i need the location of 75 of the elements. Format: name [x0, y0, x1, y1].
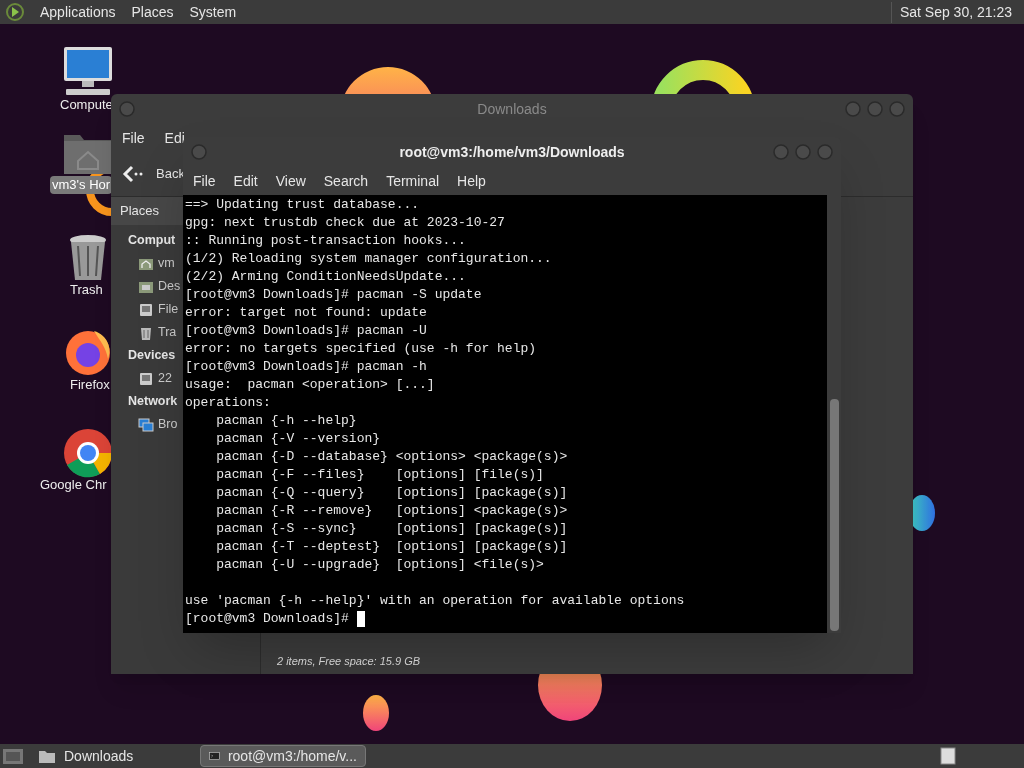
terminal-line: [root@vm3 Downloads]# pacman -S update	[185, 286, 482, 304]
window-title: root@vm3:/home/vm3/Downloads	[399, 142, 625, 162]
terminal-line: usage: pacman <operation> [...]	[185, 376, 435, 394]
clock[interactable]: Sat Sep 30, 21:23	[890, 1, 1020, 23]
terminal-line: pacman {-V --version}	[215, 430, 381, 448]
window-menu-icon	[191, 144, 207, 160]
taskbar-button[interactable]: root@vm3:/home/v...	[200, 745, 366, 767]
network-icon	[138, 416, 154, 433]
taskbar-button[interactable]: Downloads	[30, 745, 196, 767]
sidebar-item[interactable]: Des	[138, 275, 181, 298]
prompt-text: [root@vm3 Downloads]#	[185, 610, 350, 628]
text-cursor	[356, 611, 365, 627]
desktop-icon-label[interactable]: Firefox	[68, 376, 112, 394]
terminal-line: :: Running post-transaction hooks...	[185, 232, 466, 250]
terminal-line: pacman {-T --deptest} [options] [package(s)]	[215, 538, 568, 556]
show-desktop-icon	[0, 746, 26, 766]
terminal-line: ==> Updating trust database...	[185, 196, 420, 214]
folder-icon	[38, 748, 56, 764]
sidebar-item[interactable]: File	[138, 298, 179, 321]
scrollbar-thumb[interactable]	[829, 399, 839, 631]
terminal-line: error: target not found: update	[185, 304, 427, 322]
scrollbar[interactable]	[827, 195, 841, 633]
window-control-icon	[889, 101, 905, 117]
terminal-line: pacman {-F --files} [options] [file(s)]	[215, 466, 544, 484]
terminal-line: use 'pacman {-h --help}' with an operation for available options	[185, 592, 685, 610]
drive-icon	[138, 301, 154, 318]
terminal-line: operations:	[185, 394, 271, 412]
menu-item[interactable]: Edit	[227, 170, 264, 192]
terminal-line: pacman {-S --sync} [options] [package(s)]	[215, 520, 568, 538]
window-control-icon	[795, 144, 811, 160]
window-control-icon	[773, 144, 789, 160]
sidebar-item[interactable]: Bro	[138, 413, 178, 436]
panel-menu[interactable]: Applications	[34, 1, 122, 23]
desktop-icon-label[interactable]: Google Chr	[38, 476, 109, 494]
sidebar-item[interactable]: vm	[138, 252, 175, 275]
terminal-line: pacman {-D --database} <options> <package(s)>	[215, 448, 568, 466]
sidebar-item[interactable]: 22	[138, 367, 172, 390]
desktop-icon-label[interactable]: Trash	[68, 281, 105, 299]
status-text: 2 items, Free space: 15.9 GB	[276, 653, 422, 669]
menu-item[interactable]: Edi	[164, 130, 185, 146]
terminal-line: (2/2) Arming ConditionNeedsUpdate...	[185, 268, 466, 286]
menu-item[interactable]: Search	[317, 170, 375, 192]
back-arrow-icon	[122, 165, 144, 183]
sidebar-item[interactable]: Tra	[138, 321, 177, 344]
terminal-line: [root@vm3 Downloads]# pacman -h	[185, 358, 427, 376]
panel-menu[interactable]: System	[183, 1, 243, 23]
desktop-icon-label[interactable]: vm3's Hor	[50, 176, 113, 194]
window-control-icon	[845, 101, 861, 117]
workspace-icon	[938, 746, 958, 766]
desktop-icon-label[interactable]: Compute	[58, 96, 115, 114]
window-control-icon	[817, 144, 833, 160]
menu-item[interactable]: Help	[451, 170, 492, 192]
menu-item[interactable]: View	[269, 170, 312, 192]
terminal-line: pacman {-Q --query} [options] [package(s)]	[215, 484, 568, 502]
sidebar-heading: Devices	[128, 347, 176, 365]
window-control-icon	[867, 101, 883, 117]
start-icon	[4, 2, 26, 22]
window-title: Downloads	[477, 99, 547, 119]
drive-icon	[138, 370, 154, 387]
sidebar-header[interactable]: Places	[120, 201, 160, 221]
terminal-line: pacman {-U --upgrade} [options] <file(s)>	[215, 556, 544, 574]
panel-menu[interactable]: Places	[125, 1, 180, 23]
menu-item[interactable]: File	[122, 130, 145, 146]
menu-item[interactable]: File	[187, 170, 222, 192]
back-button[interactable]: Back	[122, 164, 185, 184]
terminal-line: (1/2) Reloading system manager configuration...	[185, 250, 552, 268]
terminal-line: [root@vm3 Downloads]# pacman -U	[185, 322, 427, 340]
menu-item[interactable]: Terminal	[380, 170, 446, 192]
terminal-line: pacman {-h --help}	[215, 412, 357, 430]
sidebar-heading: Network	[128, 393, 178, 411]
terminal-line: error: no targets specified (use -h for help)	[185, 340, 537, 358]
sidebar-heading: Comput	[128, 232, 176, 250]
terminal-line: pacman {-R --remove} [options] <package(s)>	[215, 502, 568, 520]
window-menu-icon	[119, 101, 135, 117]
terminal-line: gpg: next trustdb check due at 2023-10-27	[185, 214, 505, 232]
